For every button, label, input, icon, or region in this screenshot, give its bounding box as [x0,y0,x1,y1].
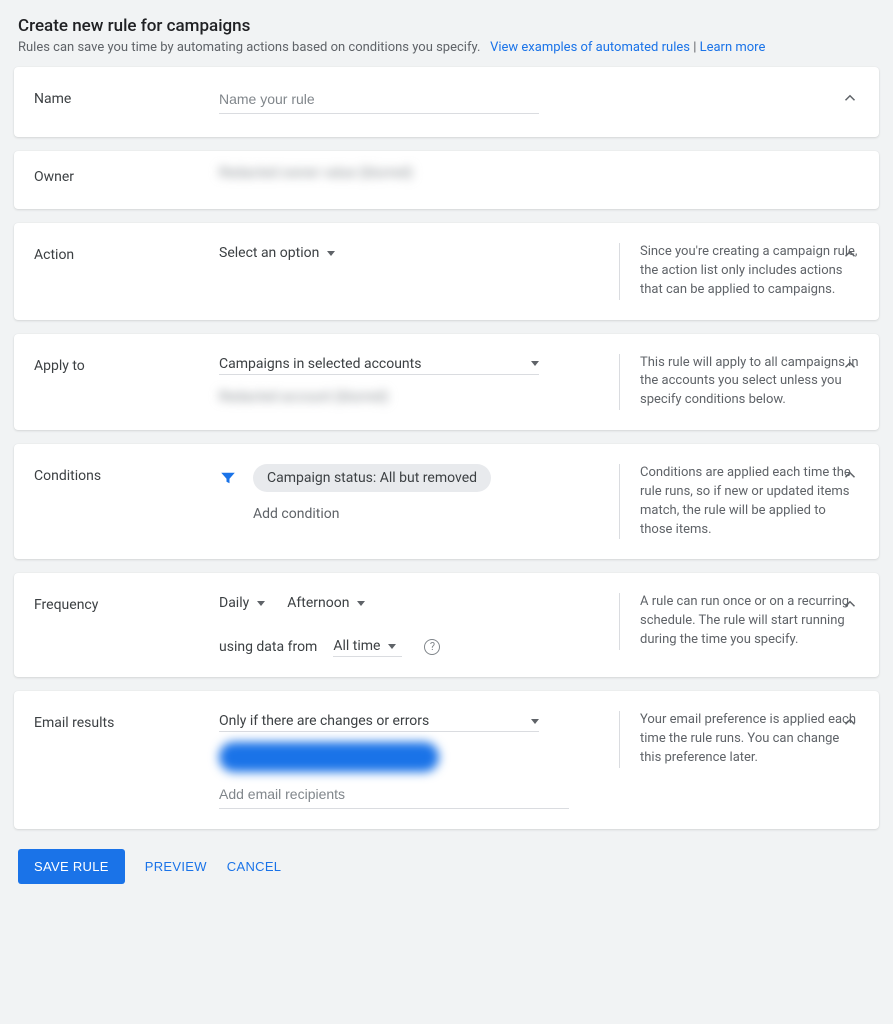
frequency-help: A rule can run once or on a recurring sc… [619,593,859,650]
card-email-results: Email results Only if there are changes … [14,691,879,829]
link-view-examples[interactable]: View examples of automated rules [490,40,690,55]
add-condition-button[interactable]: Add condition [253,506,599,522]
caret-down-icon [531,719,539,724]
email-recipients-input[interactable] [219,782,569,809]
data-range-label: All time [333,638,380,654]
action-help: Since you're creating a campaign rule, t… [619,243,859,300]
conditions-help: Conditions are applied each time the rul… [619,464,859,539]
email-pref-label: Only if there are changes or errors [219,713,429,729]
preview-button[interactable]: PREVIEW [145,859,207,874]
condition-chip[interactable]: Campaign status: All but removed [253,464,491,492]
frequency-time-select[interactable]: Afternoon [287,593,365,614]
frequency-period-select[interactable]: Daily [219,593,265,614]
page-header: Create new rule for campaigns Rules can … [14,10,879,67]
subtitle-text: Rules can save you time by automating ac… [18,40,480,55]
chevron-up-icon[interactable] [841,713,859,731]
email-pref-select[interactable]: Only if there are changes or errors [219,711,539,732]
page-subtitle: Rules can save you time by automating ac… [18,40,875,55]
caret-down-icon [357,601,365,606]
apply-to-select[interactable]: Campaigns in selected accounts [219,354,539,375]
caret-down-icon [327,251,335,256]
save-rule-button[interactable]: SAVE RULE [18,849,125,884]
filter-icon [219,469,237,487]
owner-label: Owner [34,165,219,185]
name-label: Name [34,87,219,107]
action-select-label: Select an option [219,245,319,261]
frequency-period-label: Daily [219,595,249,611]
email-recipient-chip-blurred [219,742,439,772]
page-title: Create new rule for campaigns [18,16,875,36]
email-label: Email results [34,711,219,731]
using-data-from-label: using data from [219,639,317,655]
caret-down-icon [388,644,396,649]
footer-actions: SAVE RULE PREVIEW CANCEL [14,843,879,884]
help-icon[interactable]: ? [424,639,440,655]
card-frequency: Frequency Daily Afternoon usi [14,573,879,677]
cancel-button[interactable]: CANCEL [227,859,282,874]
card-owner: Owner Redacted owner value (blurred) [14,151,879,209]
chevron-up-icon[interactable] [841,89,859,107]
apply-to-help: This rule will apply to all campaigns in… [619,354,859,411]
action-select[interactable]: Select an option [219,243,335,264]
frequency-label: Frequency [34,593,219,613]
card-conditions: Conditions Campaign status: All but remo… [14,444,879,559]
chevron-up-icon[interactable] [841,245,859,263]
chevron-up-icon[interactable] [841,595,859,613]
apply-to-select-label: Campaigns in selected accounts [219,356,421,372]
apply-to-selected-value: Redacted account (blurred) [219,389,388,405]
caret-down-icon [257,601,265,606]
card-action: Action Select an option Since you're cre… [14,223,879,320]
apply-to-label: Apply to [34,354,219,374]
card-name: Name [14,67,879,137]
data-range-select[interactable]: All time [333,636,402,657]
link-learn-more[interactable]: Learn more [700,40,766,55]
owner-value: Redacted owner value (blurred) [219,165,413,181]
name-input[interactable] [219,87,539,114]
conditions-label: Conditions [34,464,219,484]
card-apply-to: Apply to Campaigns in selected accounts … [14,334,879,431]
frequency-time-label: Afternoon [287,595,349,611]
caret-down-icon [531,361,539,366]
chevron-up-icon[interactable] [841,356,859,374]
chevron-up-icon[interactable] [841,466,859,484]
action-label: Action [34,243,219,263]
email-help: Your email preference is applied each ti… [619,711,859,768]
